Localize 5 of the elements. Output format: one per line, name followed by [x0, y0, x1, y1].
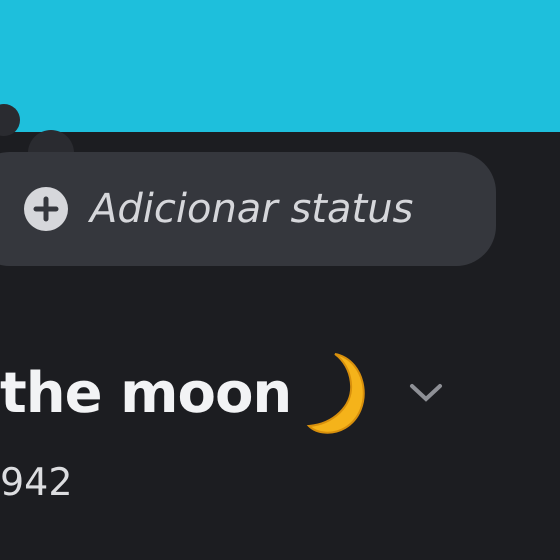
chevron-down-icon[interactable] — [409, 383, 444, 403]
plus-icon — [24, 187, 68, 231]
username: 942 — [0, 460, 73, 504]
display-name: the moon — [0, 360, 292, 426]
add-status-button[interactable]: Adicionar status — [0, 152, 496, 266]
